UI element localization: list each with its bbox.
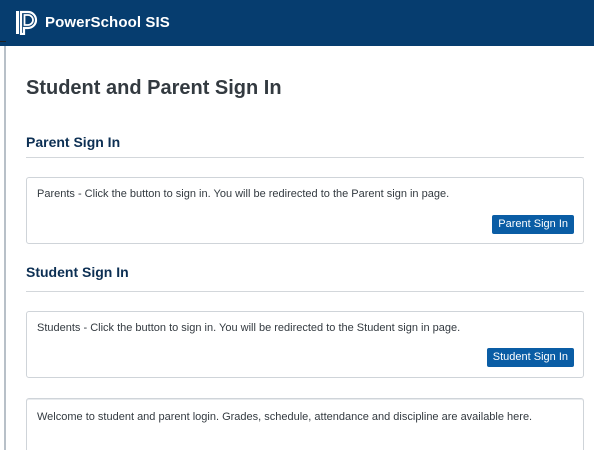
- left-border: [4, 46, 6, 450]
- brand-name: PowerSchool SIS: [45, 14, 170, 31]
- corner-tick: [0, 41, 6, 42]
- page-title: Student and Parent Sign In: [26, 77, 282, 99]
- parent-sign-in-button[interactable]: Parent Sign In: [492, 215, 574, 234]
- student-signin-panel: Students - Click the button to sign in. …: [26, 311, 584, 378]
- student-sign-in-button[interactable]: Student Sign In: [486, 348, 574, 367]
- welcome-panel: Welcome to student and parent login. Gra…: [26, 398, 584, 450]
- parent-signin-panel: Parents - Click the button to sign in. Y…: [26, 177, 584, 244]
- top-header: PowerSchool SIS: [0, 0, 594, 46]
- parent-section-divider: [26, 157, 584, 158]
- parent-signin-message: Parents - Click the button to sign in. Y…: [37, 188, 450, 200]
- sign-in-page: PowerSchool SIS Student and Parent Sign …: [0, 0, 594, 450]
- powerschool-logo-icon: [16, 10, 38, 35]
- student-signin-message: Students - Click the button to sign in. …: [37, 322, 461, 334]
- welcome-message: Welcome to student and parent login. Gra…: [37, 411, 533, 423]
- student-section-divider: [26, 291, 584, 292]
- parent-section-heading: Parent Sign In: [26, 134, 121, 150]
- student-section-heading: Student Sign In: [26, 264, 129, 280]
